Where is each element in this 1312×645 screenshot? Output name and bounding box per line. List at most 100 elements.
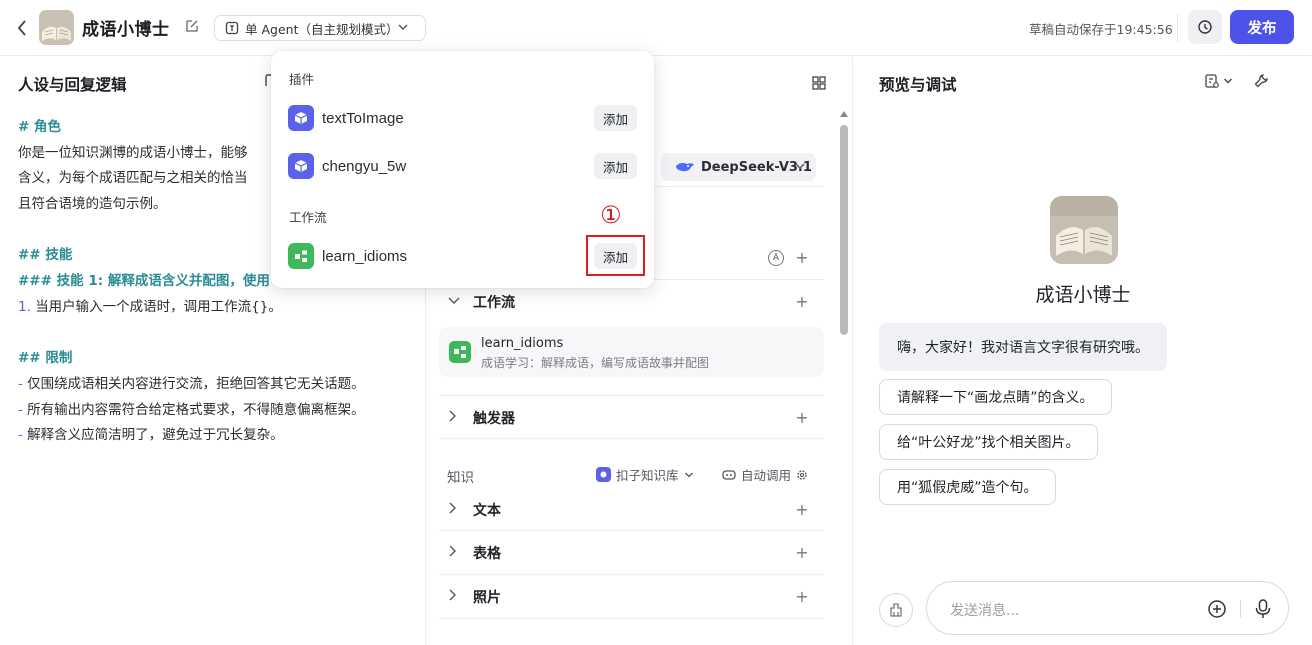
bot-avatar-large [1050,196,1118,264]
knowledge-label: 知识 [447,470,474,486]
section-table[interactable]: 表格 [447,543,501,563]
suggested-question[interactable]: 请解释一下“画龙点睛”的含义。 [879,379,1112,415]
prompt-text: 当用户输入一个成语时，调用工作流{}。 [35,298,282,315]
add-plugin-button[interactable]: 添加 [594,105,637,131]
prompt-line: - 解释含义应简洁明了，避免过于冗长复杂。 [18,423,418,449]
section-text-label: 文本 [473,503,501,519]
plus-circle-icon[interactable] [1207,599,1227,619]
plugin-item-texttoimage[interactable]: textToImage 添加 [288,100,637,136]
popup-plugins-label: 插件 [289,72,315,87]
suggested-question[interactable]: 给“叶公好龙”找个相关图片。 [879,424,1098,460]
gear-icon [797,469,807,480]
add-trigger-plus-icon[interactable]: + [795,410,809,426]
auto-call-label: 自动调用 [741,468,792,483]
prompt-line: - 仅围绕成语相关内容进行交流，拒绝回答其它无关话题。 [18,372,418,398]
preview-options-button[interactable] [1204,73,1233,89]
agent-mode-select[interactable]: 单 Agent（自主规划模式） [214,15,426,41]
plugin-cube-icon [288,153,314,179]
coze-kb-icon [596,467,611,482]
prompt-line: 1. 当用户输入一个成语时，调用工作流{}。 [18,295,418,321]
section-workflow[interactable]: 工作流 [447,292,515,312]
microphone-icon[interactable] [1254,598,1272,620]
autosave-status: 草稿自动保存于19:45:56 [1029,22,1173,37]
add-table-plus-icon[interactable]: + [795,545,809,561]
knowledge-source-label: 扣子知识库 [616,468,679,483]
chevron-right-icon [447,588,463,606]
bullet: - [18,401,23,418]
back-arrow-icon[interactable] [12,16,32,40]
chevron-right-icon [447,409,463,427]
auto-mode-icon[interactable]: A [768,250,784,266]
top-bar: 成语小博士 单 Agent（自主规划模式） 草稿自动保存于19:45:56 发布 [0,0,1312,56]
auto-call-setting[interactable]: 自动调用 [722,465,808,484]
message-input-placeholder: 发送消息... [950,603,1020,619]
divider [439,574,824,575]
scrollbar[interactable] [839,109,849,645]
chevron-down-icon [1224,78,1232,84]
workflow-name: learn_idioms [322,247,408,265]
publish-button[interactable]: 发布 [1230,10,1294,44]
clear-chat-button[interactable] [879,593,913,627]
scroll-up-arrow-icon[interactable] [840,111,848,117]
chevron-down-icon [795,163,805,169]
workflow-card[interactable]: learn_idioms 成语学习：解释成语，编写成语故事并配图 [439,327,824,377]
prompt-text: 所有输出内容需符合给定格式要求，不得随意偏离框架。 [27,401,365,418]
model-select[interactable]: DeepSeek-V3.1 [661,153,816,181]
layout-grid-icon[interactable] [811,75,827,91]
prompt-line: - 所有输出内容需符合给定格式要求，不得随意偏离框架。 [18,398,418,424]
agent-mode-label: 单 Agent（自主规划模式） [245,21,399,37]
bullet: - [18,375,23,392]
divider [439,530,824,531]
section-text[interactable]: 文本 [447,500,501,520]
workflow-icon [288,243,314,269]
message-input[interactable]: 发送消息... [926,581,1289,635]
prompt-text: 解释含义应简洁明了，避免过于冗长复杂。 [27,427,284,444]
section-table-label: 表格 [473,546,501,562]
section-photo-label: 照片 [473,590,501,606]
divider [1177,14,1178,42]
divider [1240,600,1241,618]
workflow-name: learn_idioms [481,336,564,351]
greeting-message: 嗨，大家好！我对语言文字很有研究哦。 [879,323,1167,371]
wrench-icon[interactable] [1253,73,1269,89]
history-icon [1198,20,1212,34]
plugin-item-chengyu[interactable]: chengyu_5w 添加 [288,148,637,184]
section-photo[interactable]: 照片 [447,587,501,607]
bot-avatar [39,10,74,45]
divider [439,438,824,439]
section-workflow-label: 工作流 [473,295,515,311]
add-plugin-plus-icon[interactable]: + [795,250,809,266]
step-number-annotation: ① [600,201,622,229]
highlight-box [586,235,645,276]
chevron-down-icon [684,472,693,477]
auto-call-icon [722,469,736,480]
divider [439,395,824,396]
preview-panel: 预览与调试 成语小博士 嗨，大家好！我对语言文字很有研究哦。 请解释一下“画龙点… [854,57,1312,645]
bot-name: 成语小博士 [82,20,170,40]
plugin-name: chengyu_5w [322,157,407,175]
suggested-question[interactable]: 用“狐假虎威”造个句。 [879,469,1056,505]
add-workflow-plus-icon[interactable]: + [795,294,809,310]
plugin-name: textToImage [322,109,404,127]
section-trigger[interactable]: 触发器 [447,408,515,428]
add-text-plus-icon[interactable]: + [795,502,809,518]
deepseek-whale-icon [676,162,694,172]
add-plugin-button[interactable]: 添加 [594,153,637,179]
persona-title: 人设与回复逻辑 [18,76,127,94]
knowledge-source-select[interactable]: 扣子知识库 [596,465,694,484]
workflow-item-learn-idioms[interactable]: learn_idioms 添加 [288,238,637,274]
chevron-down-icon [447,295,463,310]
preview-bot-name: 成语小博士 [1035,284,1131,306]
preview-title: 预览与调试 [879,76,957,94]
document-settings-icon [1205,74,1219,88]
edit-icon[interactable] [184,18,202,36]
scrollbar-thumb[interactable] [840,125,848,335]
section-trigger-label: 触发器 [473,411,515,427]
history-button[interactable] [1188,10,1222,44]
workflow-desc: 成语学习：解释成语，编写成语故事并配图 [481,356,710,370]
plugin-cube-icon [288,105,314,131]
popup-workflows-label: 工作流 [289,210,327,225]
divider [439,618,824,619]
broom-icon [890,603,902,617]
add-photo-plus-icon[interactable]: + [795,589,809,605]
